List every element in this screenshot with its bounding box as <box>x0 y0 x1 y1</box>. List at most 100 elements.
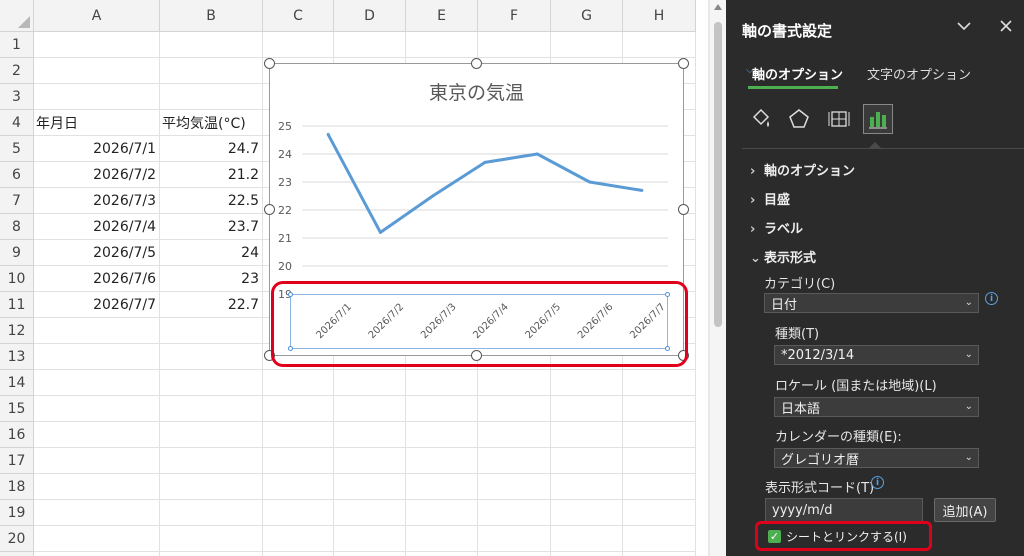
row-header-20[interactable]: 20 <box>0 526 34 552</box>
format-axis-pane: 軸の書式設定 ⌵ 軸のオプション 文字のオプション › 軸のオプション › 目盛 ›… <box>726 0 1024 556</box>
gridline-row <box>34 473 696 474</box>
column-header-b[interactable]: B <box>160 0 263 32</box>
calendar-dropdown[interactable]: グレゴリオ暦 ⌄ <box>774 448 979 468</box>
resize-handle-w[interactable] <box>264 204 275 215</box>
row-header-19[interactable]: 19 <box>0 500 34 526</box>
row-header-16[interactable]: 16 <box>0 422 34 448</box>
gridline-row <box>34 369 696 370</box>
scrollbar-thumb[interactable] <box>714 22 722 327</box>
size-properties-icon[interactable] <box>824 104 854 134</box>
row-header-9[interactable]: 9 <box>0 240 34 266</box>
fill-line-icon[interactable] <box>746 104 776 134</box>
pane-options-chevron-icon[interactable] <box>956 18 972 38</box>
resize-handle-nw[interactable] <box>264 58 275 69</box>
format-code-label: 表示形式コード(T) <box>765 481 875 496</box>
vertical-scrollbar[interactable] <box>708 0 726 556</box>
cell-date[interactable]: 2026/7/6 <box>34 266 160 292</box>
column-header-c[interactable]: C <box>263 0 334 32</box>
info-icon[interactable]: i <box>871 476 884 489</box>
row-header-2[interactable]: 2 <box>0 58 34 84</box>
row-header-18[interactable]: 18 <box>0 474 34 500</box>
row-header-11[interactable]: 11 <box>0 292 34 318</box>
chevron-down-icon: ⌄ <box>964 452 973 463</box>
section-tick-marks-label: 目盛 <box>764 193 791 208</box>
link-to-source-label[interactable]: シートとリンクする(I) <box>786 528 907 545</box>
data-point[interactable] <box>326 132 330 136</box>
locale-label: ロケール (国または地域)(L) <box>775 379 937 394</box>
info-icon[interactable]: i <box>985 292 998 305</box>
column-header-f[interactable]: F <box>478 0 551 32</box>
row-header-3[interactable]: 3 <box>0 84 34 110</box>
row-header-14[interactable]: 14 <box>0 370 34 396</box>
section-tick-marks[interactable]: › 目盛 <box>750 189 790 208</box>
column-header-a[interactable]: A <box>34 0 160 32</box>
row-header-13[interactable]: 13 <box>0 344 34 370</box>
format-code-input[interactable]: yyyy/m/d <box>765 498 923 522</box>
effects-pentagon-icon[interactable] <box>784 104 814 134</box>
data-point[interactable] <box>431 194 435 198</box>
row-header-4[interactable]: 4 <box>0 110 34 136</box>
gridline-row <box>34 551 696 552</box>
gridline-row <box>34 421 696 422</box>
cell-date[interactable]: 2026/7/7 <box>34 292 160 318</box>
section-axis-options-label: 軸のオプション <box>764 164 856 179</box>
resize-handle-ne[interactable] <box>678 58 689 69</box>
add-button[interactable]: 追加(A) <box>934 498 996 522</box>
resize-handle-n[interactable] <box>471 58 482 69</box>
category-label: カテゴリ(C) <box>764 277 836 292</box>
cell-date[interactable]: 2026/7/5 <box>34 240 160 266</box>
data-point[interactable] <box>483 160 487 164</box>
row-header-6[interactable]: 6 <box>0 162 34 188</box>
data-point[interactable] <box>588 180 592 184</box>
cell-temp[interactable]: 21.2 <box>160 162 263 188</box>
header-temp[interactable]: 平均気温(°C) <box>160 110 263 136</box>
scroll-up-icon[interactable] <box>714 4 722 10</box>
cell-temp[interactable]: 23 <box>160 266 263 292</box>
y-tick-label: 22 <box>278 204 292 217</box>
cell-temp[interactable]: 22.7 <box>160 292 263 318</box>
row-header-10[interactable]: 10 <box>0 266 34 292</box>
cell-date[interactable]: 2026/7/4 <box>34 214 160 240</box>
pane-divider <box>742 148 1024 149</box>
locale-value: 日本語 <box>781 401 821 417</box>
column-header-h[interactable]: H <box>623 0 696 32</box>
column-header-g[interactable]: G <box>551 0 623 32</box>
link-to-source-highlight: ✓ シートとリンクする(I) <box>755 521 932 551</box>
type-dropdown[interactable]: *2012/3/14 ⌄ <box>774 345 979 365</box>
cell-date[interactable]: 2026/7/2 <box>34 162 160 188</box>
y-tick-label: 25 <box>278 120 292 133</box>
row-header-21[interactable]: 21 <box>0 552 34 556</box>
locale-dropdown[interactable]: 日本語 ⌄ <box>774 397 979 417</box>
cell-temp[interactable]: 24 <box>160 240 263 266</box>
row-header-8[interactable]: 8 <box>0 214 34 240</box>
section-labels[interactable]: › ラベル <box>750 218 803 237</box>
series-line-0[interactable] <box>326 133 643 234</box>
section-axis-options[interactable]: › 軸のオプション <box>750 160 855 179</box>
category-dropdown[interactable]: 日付 ⌄ <box>764 293 979 313</box>
select-all-corner[interactable] <box>0 0 34 32</box>
row-header-7[interactable]: 7 <box>0 188 34 214</box>
row-header-5[interactable]: 5 <box>0 136 34 162</box>
row-header-1[interactable]: 1 <box>0 32 34 58</box>
data-point[interactable] <box>378 230 382 234</box>
row-header-17[interactable]: 17 <box>0 448 34 474</box>
row-header-12[interactable]: 12 <box>0 318 34 344</box>
link-to-source-checkbox[interactable]: ✓ <box>768 530 781 543</box>
axis-options-chart-icon[interactable] <box>863 104 893 134</box>
section-number[interactable]: ⌄ 表示形式 <box>750 247 816 266</box>
cell-date[interactable]: 2026/7/3 <box>34 188 160 214</box>
data-point[interactable] <box>640 188 644 192</box>
tab-axis-options[interactable]: 軸のオプション <box>752 64 843 83</box>
close-icon[interactable] <box>998 18 1014 38</box>
header-date[interactable]: 年月日 <box>34 110 160 136</box>
row-header-15[interactable]: 15 <box>0 396 34 422</box>
column-header-d[interactable]: D <box>334 0 406 32</box>
data-point[interactable] <box>535 152 539 156</box>
resize-handle-e[interactable] <box>678 204 689 215</box>
column-header-e[interactable]: E <box>406 0 478 32</box>
cell-date[interactable]: 2026/7/1 <box>34 136 160 162</box>
cell-temp[interactable]: 22.5 <box>160 188 263 214</box>
cell-temp[interactable]: 24.7 <box>160 136 263 162</box>
cell-temp[interactable]: 23.7 <box>160 214 263 240</box>
tab-text-options[interactable]: 文字のオプション <box>867 64 971 83</box>
